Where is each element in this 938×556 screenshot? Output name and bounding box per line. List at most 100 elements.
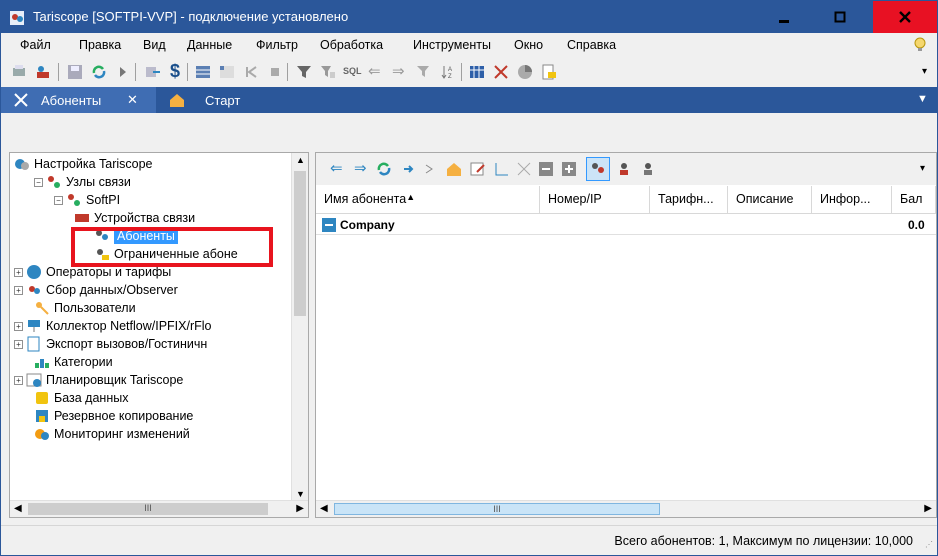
title-bar: Tariscope [SOFTPI-VVP] - подключение уст… <box>1 1 937 33</box>
grid-horizontal-scrollbar[interactable]: ◀ III ▶ <box>316 500 936 517</box>
expand-icon[interactable]: + <box>14 267 23 277</box>
menu-window[interactable]: Окно <box>514 38 543 52</box>
menu-help[interactable]: Справка <box>567 38 616 52</box>
grid-icon[interactable] <box>219 64 235 80</box>
devices-icon <box>75 214 89 222</box>
tree-scroll-thumb[interactable] <box>294 171 306 316</box>
menu-filter[interactable]: Фильтр <box>256 38 298 52</box>
home-icon[interactable] <box>446 161 462 177</box>
subscribers-toolbar: ⇐ ⇒ ▾ <box>316 153 936 185</box>
toolbar-overflow-icon[interactable]: ▾ <box>920 163 925 174</box>
column-header-number[interactable]: Номер/IP <box>540 186 650 214</box>
grid-hscroll-thumb[interactable]: III <box>334 503 660 515</box>
calendar-icon[interactable] <box>469 64 485 80</box>
filter-remove-icon[interactable] <box>416 64 432 80</box>
tree-vertical-scrollbar[interactable]: ▲ ▼ <box>291 153 308 501</box>
move-out-icon[interactable] <box>516 161 532 177</box>
scroll-down-icon[interactable]: ▼ <box>296 489 305 499</box>
collapse-all-icon[interactable] <box>538 161 554 177</box>
refresh-icon[interactable] <box>91 64 107 80</box>
tab-start[interactable]: Старт <box>169 87 259 113</box>
print-icon[interactable] <box>11 64 27 80</box>
menu-tools[interactable]: Инструменты <box>413 38 491 52</box>
tree-item-users[interactable]: Пользователи <box>34 299 136 317</box>
all-subscribers-toggle[interactable] <box>586 157 610 181</box>
menu-processing[interactable]: Обработка <box>320 38 383 52</box>
scroll-up-icon[interactable]: ▲ <box>296 155 305 165</box>
tree-item-database[interactable]: База данных <box>34 389 128 407</box>
edit-icon[interactable] <box>470 161 486 177</box>
tree-item-devices[interactable]: Устройства связи <box>74 209 195 227</box>
import-icon[interactable] <box>145 64 161 80</box>
lightbulb-icon[interactable] <box>913 37 927 53</box>
menu-file[interactable]: Файл <box>20 38 51 52</box>
group-collapse-icon[interactable] <box>322 218 336 232</box>
tree-item-backup[interactable]: Резервное копирование <box>34 407 193 425</box>
filter-clear-icon[interactable] <box>320 64 336 80</box>
tree-item-settings[interactable]: Настройка Tariscope <box>14 155 153 173</box>
tree-item-monitoring[interactable]: Мониторинг изменений <box>34 425 190 443</box>
insert-icon[interactable] <box>402 161 418 177</box>
tree-horizontal-scrollbar[interactable]: ◀ III ▶ <box>10 500 308 517</box>
tools-icon[interactable] <box>493 64 509 80</box>
tree-item-netflow[interactable]: + Коллектор Netflow/IPFIX/rFlo <box>14 317 211 335</box>
arrow-right-icon[interactable]: ⇒ <box>392 62 408 80</box>
save-icon[interactable] <box>67 64 83 80</box>
tab-list-icon[interactable]: ▼ <box>917 93 928 105</box>
menu-view[interactable]: Вид <box>143 38 166 52</box>
filter-icon[interactable] <box>296 64 312 80</box>
dollar-icon[interactable]: $ <box>170 61 186 81</box>
collapse-icon[interactable]: − <box>34 177 43 187</box>
nav-back-icon[interactable]: ⇐ <box>330 159 343 177</box>
scroll-right-icon[interactable]: ▶ <box>296 503 304 514</box>
menu-edit[interactable]: Правка <box>79 38 121 52</box>
play-icon[interactable] <box>115 64 131 80</box>
tree-item-nodes[interactable]: − Узлы связи <box>34 173 131 191</box>
tree-item-categories[interactable]: Категории <box>34 353 113 371</box>
column-header-info[interactable]: Инфор... <box>812 186 892 214</box>
expand-icon[interactable]: + <box>14 375 23 385</box>
tree-item-softpi[interactable]: − SoftPI <box>54 191 120 209</box>
collapse-icon[interactable]: − <box>54 195 63 205</box>
merge-icon[interactable] <box>424 161 440 177</box>
tree-item-collect[interactable]: + Сбор данных/Observer <box>14 281 178 299</box>
export-icon[interactable] <box>541 64 557 80</box>
refresh-icon[interactable] <box>376 161 392 177</box>
subscribers-tool-icon[interactable] <box>35 64 51 80</box>
user-icon[interactable] <box>616 161 632 177</box>
scroll-left-icon[interactable]: ◀ <box>14 503 22 514</box>
expand-all-icon[interactable] <box>561 161 577 177</box>
scroll-left-icon[interactable]: ◀ <box>320 503 328 514</box>
maximize-button[interactable] <box>817 1 863 33</box>
tree-item-scheduler[interactable]: + Планировщик Tariscope <box>14 371 183 389</box>
column-header-name[interactable]: Имя абонента▲ <box>316 186 540 214</box>
column-header-balance[interactable]: Бал <box>892 186 936 214</box>
user-alt-icon[interactable] <box>640 161 656 177</box>
move-in-icon[interactable] <box>494 161 510 177</box>
tab-subscribers[interactable]: Абоненты ✕ <box>1 87 156 113</box>
menu-data[interactable]: Данные <box>187 38 232 52</box>
column-header-tariff[interactable]: Тарифн... <box>650 186 728 214</box>
tree-hscroll-thumb[interactable]: III <box>28 503 268 515</box>
arrow-left-icon[interactable]: ⇐ <box>368 62 384 80</box>
scroll-right-icon[interactable]: ▶ <box>924 503 932 514</box>
expand-icon[interactable]: + <box>14 339 23 349</box>
expand-icon[interactable]: + <box>14 321 23 331</box>
nav-forward-icon[interactable]: ⇒ <box>354 159 367 177</box>
minimize-button[interactable] <box>761 1 807 33</box>
resize-grip-icon[interactable]: ⋰ <box>925 540 933 549</box>
close-button[interactable] <box>873 1 937 33</box>
table-icon[interactable] <box>195 64 211 80</box>
monitoring-icon <box>35 429 49 440</box>
column-header-description[interactable]: Описание <box>728 186 812 214</box>
stop-icon[interactable] <box>267 64 283 80</box>
tree-item-export[interactable]: + Экспорт вызовов/Гостиничн <box>14 335 207 353</box>
expand-icon[interactable]: + <box>14 285 23 295</box>
pie-icon[interactable] <box>517 64 533 80</box>
first-record-icon[interactable] <box>243 64 259 80</box>
group-row[interactable]: Company 0.0 <box>316 215 936 235</box>
sort-icon[interactable]: AZ <box>440 64 456 80</box>
sql-icon[interactable]: SQL <box>343 66 365 82</box>
toolbar-overflow-icon[interactable]: ▾ <box>922 66 927 77</box>
tab-close-icon[interactable]: ✕ <box>127 92 138 108</box>
